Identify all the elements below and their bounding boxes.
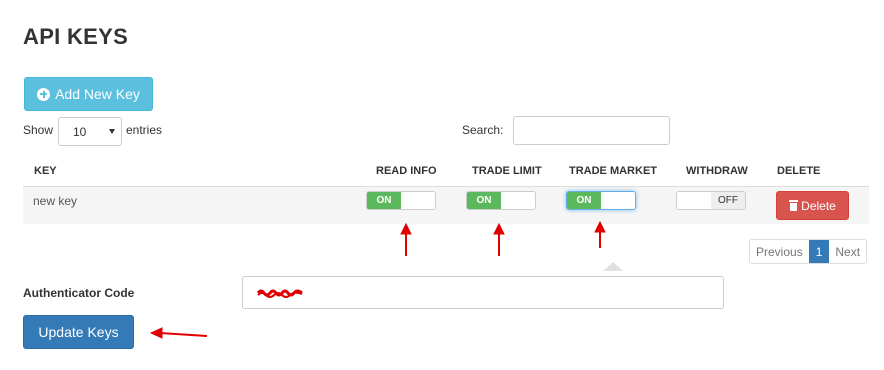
entries-label: entries	[126, 123, 163, 137]
arrow-trade-limit	[493, 222, 505, 256]
tooltip-arrow	[603, 262, 623, 271]
search-label: Search:	[462, 123, 504, 137]
withdraw-toggle[interactable]: OFF	[676, 191, 746, 210]
arrow-trade-market	[594, 220, 606, 248]
pagination-next[interactable]: Next	[829, 240, 867, 263]
page-title: API KEYS	[23, 24, 129, 49]
header-trade-market: TRADE MARKET	[569, 165, 657, 177]
header-trade-limit: TRADE LIMIT	[472, 165, 542, 177]
header-read-info: READ INFO	[376, 165, 437, 177]
add-new-key-label: Add New Key	[55, 86, 140, 102]
trade-limit-toggle-handle	[501, 192, 535, 209]
withdraw-toggle-handle	[677, 192, 711, 209]
trade-market-toggle-state: ON	[567, 192, 601, 209]
arrow-update-keys	[149, 327, 208, 339]
trade-market-toggle[interactable]: ON	[566, 191, 636, 210]
read-info-toggle-state: ON	[367, 192, 401, 209]
search-input[interactable]	[513, 116, 670, 145]
plus-circle-icon	[37, 87, 51, 101]
withdraw-toggle-state: OFF	[711, 192, 745, 209]
trade-limit-toggle-state: ON	[467, 192, 501, 209]
arrow-read-info	[400, 222, 412, 256]
entries-select[interactable]: 10	[58, 117, 122, 146]
trade-limit-toggle[interactable]: ON	[466, 191, 536, 210]
read-info-toggle-handle	[401, 192, 435, 209]
key-name-cell: new key	[33, 194, 78, 208]
entries-select-value: 10	[73, 124, 87, 139]
add-new-key-button[interactable]: Add New Key	[24, 77, 153, 111]
delete-label: Delete	[801, 198, 836, 213]
pagination-previous[interactable]: Previous	[750, 240, 809, 263]
header-key: KEY	[34, 165, 57, 177]
show-label: Show	[23, 123, 54, 137]
trash-icon	[789, 200, 799, 211]
header-withdraw: WITHDRAW	[686, 165, 748, 177]
header-delete: DELETE	[777, 165, 821, 177]
update-keys-label: Update Keys	[38, 324, 119, 340]
trade-market-toggle-handle	[601, 192, 635, 209]
pagination-page-1[interactable]: 1	[808, 240, 830, 263]
authenticator-code-label: Authenticator Code	[23, 286, 135, 300]
pagination: Previous 1 Next	[749, 239, 868, 264]
read-info-toggle[interactable]: ON	[366, 191, 436, 210]
redacted-code-scribble	[257, 289, 303, 298]
delete-key-button[interactable]: Delete	[776, 191, 849, 220]
authenticator-code-input[interactable]	[242, 276, 724, 309]
caret-down-icon	[109, 129, 115, 134]
update-keys-button[interactable]: Update Keys	[23, 315, 134, 349]
